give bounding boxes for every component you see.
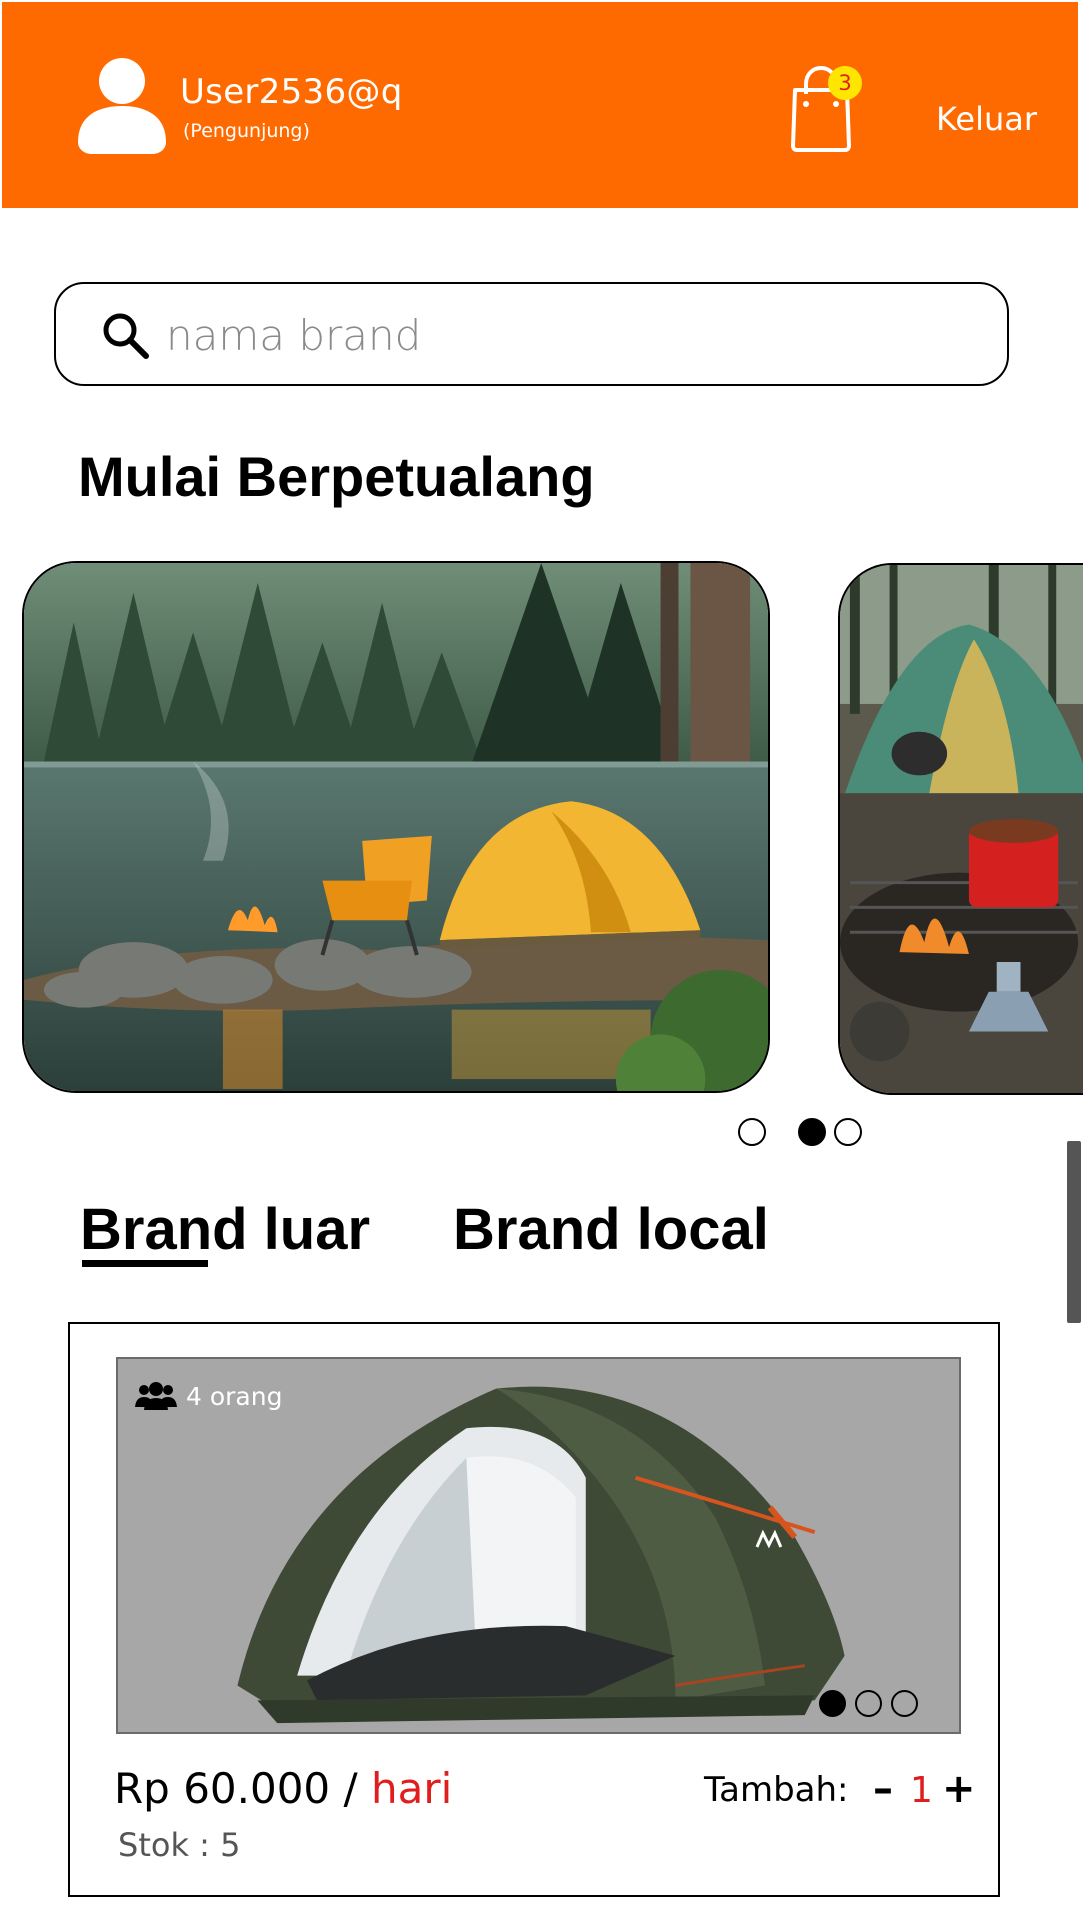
stock-label: Stok : 5 [118,1826,241,1864]
tab-brand-luar[interactable]: Brand luar [80,1196,370,1263]
user-avatar-icon [78,58,166,154]
carousel-dot-2[interactable] [798,1118,826,1146]
carousel-slide-campfire[interactable] [838,563,1083,1095]
image-dot-2[interactable] [855,1690,882,1717]
carousel-dot-3[interactable] [834,1118,862,1146]
quantity-value: 1 [910,1770,933,1811]
section-title: Mulai Berpetualang [78,445,595,508]
image-dot-3[interactable] [891,1690,918,1717]
search-bar [54,282,1009,386]
price-value: Rp 60.000 / [114,1764,358,1813]
active-tab-indicator [82,1260,208,1267]
product-image[interactable]: 4 orang [116,1357,961,1734]
add-label: Tambah: [704,1770,849,1810]
capacity-label: 4 orang [134,1379,282,1413]
tab-brand-local[interactable]: Brand local [453,1196,769,1263]
app-header [2,2,1078,208]
tent-image [237,1386,845,1724]
image-dot-1[interactable] [819,1690,846,1717]
capacity-text: 4 orang [186,1381,283,1411]
logout-button[interactable]: Keluar [936,100,1037,138]
carousel-slide-lake-camp[interactable] [22,561,770,1093]
image-dots [819,1690,929,1720]
page: User2536@q (Pengunjung) 3 Keluar Mulai B… [0,0,1083,1923]
search-icon [103,313,149,359]
product-card[interactable]: 4 orang Rp 60.000 / hari Stok : 5 Tambah… [68,1322,1000,1897]
price-label: Rp 60.000 / hari [114,1764,452,1813]
user-role: (Pengunjung) [183,120,310,142]
price-unit: hari [371,1764,453,1813]
lake-camp-image [24,563,768,1091]
people-icon [135,1382,177,1410]
username: User2536@q [180,72,403,112]
scrollbar[interactable] [1067,1141,1081,1323]
carousel-dot-1[interactable] [738,1118,766,1146]
search-input[interactable] [166,306,946,364]
campfire-image [840,565,1083,1093]
decrease-quantity-button[interactable]: – [873,1766,893,1812]
increase-quantity-button[interactable]: + [942,1766,976,1812]
cart-count-badge: 3 [828,66,862,100]
